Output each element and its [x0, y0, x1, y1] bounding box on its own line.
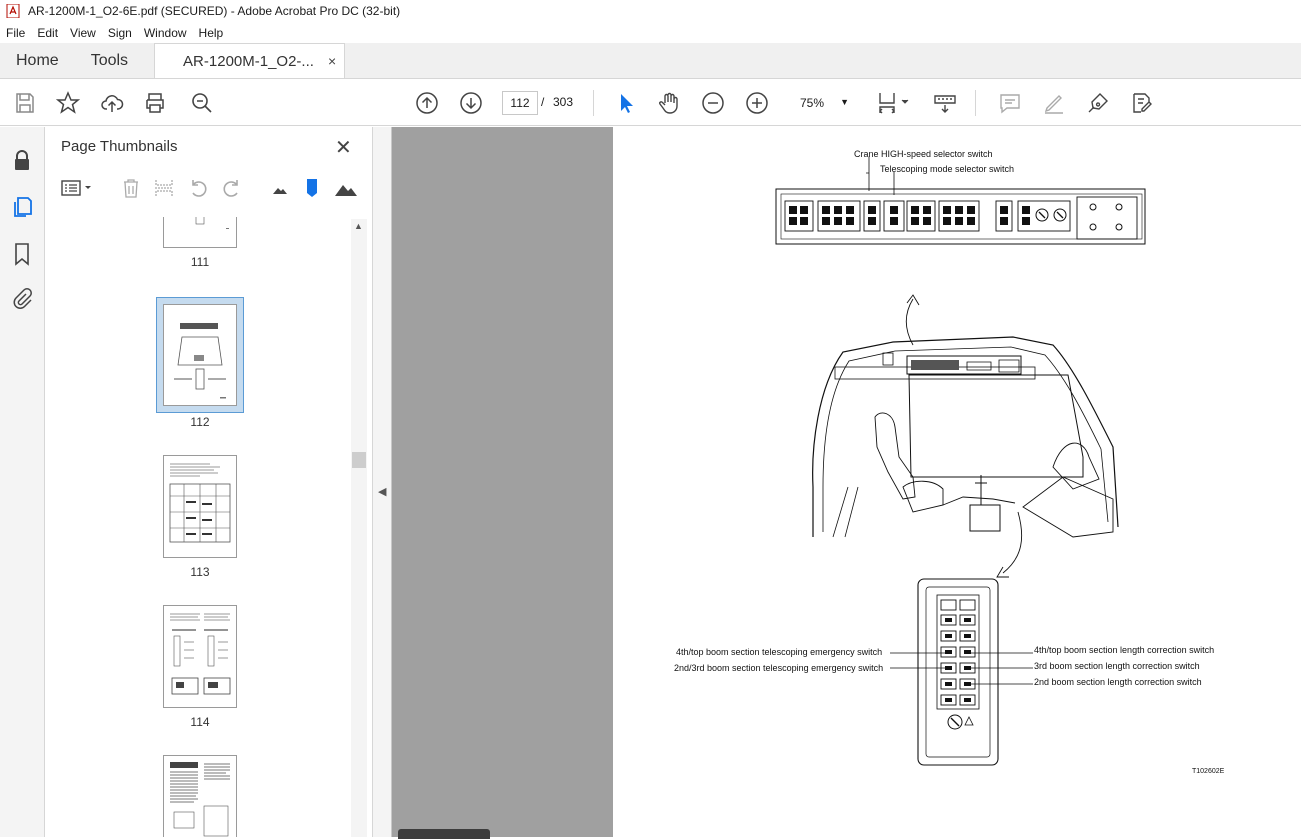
technical-diagram: [775, 157, 1146, 766]
tab-close-icon[interactable]: ×: [328, 53, 336, 69]
thumbnail-image: [163, 304, 237, 406]
title-bar: AR-1200M-1_O2-6E.pdf (SECURED) - Adobe A…: [0, 0, 1301, 22]
menu-help[interactable]: Help: [193, 26, 230, 40]
comment-icon[interactable]: [998, 91, 1022, 115]
figure-id: T102602E: [1192, 768, 1225, 775]
page-thumbnails-panel: Page Thumbnails ✕ 111 112 113 114 ▲: [45, 127, 373, 837]
page-marker-icon[interactable]: [301, 177, 323, 199]
left-navigation-rail: [0, 127, 45, 837]
thumbnail-label: 111: [190, 255, 210, 269]
thumbnail-page-selected[interactable]: [156, 297, 244, 413]
scrollbar-thumb[interactable]: [352, 452, 366, 468]
menu-window[interactable]: Window: [138, 26, 193, 40]
thumbnail-page[interactable]: [163, 455, 237, 558]
scroll-up-arrow-icon[interactable]: ▲: [354, 221, 363, 231]
hand-tool-icon[interactable]: [657, 91, 681, 115]
select-cursor-icon[interactable]: [614, 91, 638, 115]
lock-icon[interactable]: [10, 149, 34, 173]
zoom-level-dropdown[interactable]: 75% ▼: [789, 91, 855, 115]
highlight-pen-icon[interactable]: [1042, 91, 1066, 115]
thumbnail-label: 112: [190, 415, 210, 429]
panel-title: Page Thumbnails: [61, 138, 178, 155]
thumbnail-page[interactable]: [163, 755, 237, 837]
thumbnail-list: 111 112 113 114: [45, 217, 350, 837]
find-magnifier-icon[interactable]: [190, 91, 214, 115]
acrobat-app-icon: [6, 4, 20, 18]
smaller-thumbnails-icon[interactable]: [269, 177, 291, 199]
thumbnail-label: 114: [190, 715, 210, 729]
rotate-counterclockwise-icon[interactable]: [187, 177, 209, 199]
tab-document-label: AR-1200M-1_O2-...: [183, 52, 314, 70]
panel-collapse-handle[interactable]: ◀: [373, 127, 392, 837]
collapse-arrow-icon[interactable]: ◀: [378, 485, 386, 498]
total-pages: 303: [553, 95, 574, 109]
zoom-in-icon[interactable]: [745, 91, 769, 115]
delete-trash-icon[interactable]: [120, 177, 142, 199]
callout-right-3: 2nd boom section length correction switc…: [1034, 677, 1202, 687]
menu-view[interactable]: View: [64, 26, 102, 40]
thumbnail-label: 113: [190, 565, 210, 579]
larger-thumbnails-icon[interactable]: [333, 177, 359, 199]
edit-pdf-icon[interactable]: [1130, 91, 1154, 115]
tab-tools[interactable]: Tools: [75, 43, 144, 78]
save-icon[interactable]: [13, 91, 37, 115]
zoom-level-value: 75%: [800, 96, 825, 110]
callout-right-2: 3rd boom section length correction switc…: [1034, 661, 1200, 671]
print-icon[interactable]: [143, 91, 167, 115]
toolbar-divider: [593, 90, 594, 116]
page-number-input[interactable]: 112: [502, 91, 538, 115]
menu-bar: File Edit View Sign Window Help: [0, 22, 1301, 43]
bookmarks-icon[interactable]: [10, 242, 34, 266]
main-toolbar: 112 / 303 75% ▼: [0, 80, 1301, 126]
menu-file[interactable]: File: [0, 26, 31, 40]
extract-pages-icon[interactable]: [153, 177, 175, 199]
menu-sign[interactable]: Sign: [102, 26, 138, 40]
window-title: AR-1200M-1_O2-6E.pdf (SECURED) - Adobe A…: [28, 4, 401, 18]
attachments-paperclip-icon[interactable]: [10, 287, 34, 311]
thumbnail-page[interactable]: [163, 605, 237, 708]
next-page-icon[interactable]: [459, 91, 483, 115]
callout-right-1: 4th/top boom section length correction s…: [1034, 645, 1215, 655]
page-separator: /: [541, 95, 545, 109]
toolbar-divider: [975, 90, 976, 116]
scrolling-mode-icon[interactable]: [933, 91, 957, 115]
thumbnail-page[interactable]: [163, 217, 237, 248]
fit-page-icon[interactable]: [877, 91, 913, 115]
menu-edit[interactable]: Edit: [31, 26, 64, 40]
zoom-out-icon[interactable]: [701, 91, 725, 115]
bookmark-star-icon[interactable]: [56, 91, 80, 115]
upload-cloud-icon[interactable]: [100, 91, 124, 115]
previous-page-icon[interactable]: [415, 91, 439, 115]
close-icon[interactable]: ✕: [335, 135, 352, 160]
pdf-page: Crane HIGH-speed selector switch Telesco…: [613, 127, 1301, 837]
tab-home[interactable]: Home: [0, 43, 75, 78]
page-thumbnails-icon[interactable]: [10, 195, 34, 219]
sign-pen-icon[interactable]: [1086, 91, 1110, 115]
callout-left-2: 2nd/3rd boom section telescoping emergen…: [674, 663, 884, 673]
panel-toolbar: [45, 175, 373, 203]
rotate-clockwise-icon[interactable]: [221, 177, 243, 199]
tab-bar: Home Tools AR-1200M-1_O2-... ×: [0, 43, 1301, 79]
thumbnail-scrollbar[interactable]: ▲: [351, 219, 367, 837]
chevron-down-icon: ▼: [840, 97, 849, 107]
options-menu-icon[interactable]: [60, 177, 94, 199]
document-view[interactable]: Crane HIGH-speed selector switch Telesco…: [392, 127, 1301, 839]
tab-document[interactable]: AR-1200M-1_O2-... ×: [154, 43, 346, 78]
page-size-indicator: [398, 829, 490, 839]
callout-left-1: 4th/top boom section telescoping emergen…: [676, 647, 883, 657]
